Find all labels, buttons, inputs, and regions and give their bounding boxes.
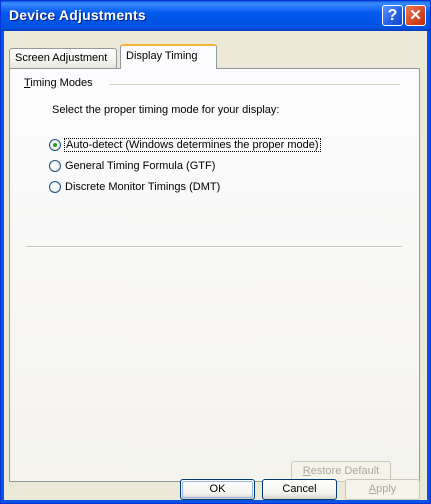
ok-button[interactable]: OK	[180, 479, 255, 500]
radio-dmt[interactable]: Discrete Monitor Timings (DMT)	[49, 179, 220, 195]
tab-label: Display Timing	[126, 50, 198, 62]
button-label: pply	[376, 483, 397, 495]
section-separator	[26, 246, 402, 248]
tab-screen-adjustment[interactable]: Screen Adjustment	[9, 48, 117, 68]
help-icon: ?	[387, 7, 398, 24]
apply-button[interactable]: Apply	[345, 479, 420, 500]
radio-auto-detect[interactable]: Auto-detect (Windows determines the prop…	[49, 137, 321, 153]
help-button[interactable]: ?	[382, 5, 403, 26]
window-title: Device Adjustments	[9, 7, 146, 23]
radio-button-icon[interactable]	[49, 181, 61, 193]
radio-label: Auto-detect (Windows determines the prop…	[64, 138, 321, 152]
instruction-text: Select the proper timing mode for your d…	[52, 104, 280, 116]
close-icon: ✕	[409, 7, 422, 24]
radio-label: General Timing Formula (GTF)	[65, 160, 216, 172]
tab-label: Screen Adjustment	[15, 52, 108, 64]
device-adjustments-window: Device Adjustments ? ✕ Screen Adjustment…	[0, 0, 431, 504]
timing-modes-group-label: Timing Modes	[24, 77, 93, 89]
access-key: R	[302, 465, 311, 477]
access-key: A	[368, 483, 377, 495]
cancel-button[interactable]: Cancel	[262, 479, 337, 500]
group-label-text: iming Modes	[30, 77, 93, 89]
close-button[interactable]: ✕	[405, 5, 426, 26]
radio-button-icon[interactable]	[49, 139, 61, 151]
tab-display-timing[interactable]: Display Timing	[120, 44, 217, 69]
button-label: estore Default	[310, 465, 380, 477]
group-divider	[110, 84, 400, 85]
title-bar[interactable]: Device Adjustments ? ✕	[1, 1, 430, 31]
radio-button-icon[interactable]	[49, 160, 61, 172]
display-timing-page: Timing Modes Select the proper timing mo…	[9, 68, 420, 482]
radio-label: Discrete Monitor Timings (DMT)	[65, 181, 221, 193]
dialog-client-area: Screen Adjustment Display Timing Timing …	[4, 31, 427, 500]
radio-gtf[interactable]: General Timing Formula (GTF)	[49, 158, 215, 174]
